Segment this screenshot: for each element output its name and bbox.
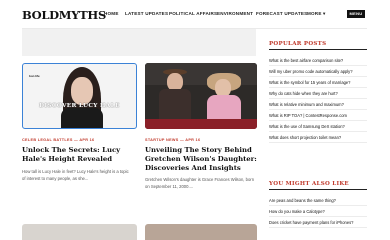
also-like-item[interactable]: Are peas and beans the same thing?	[269, 195, 367, 206]
nav-political-affairs[interactable]: POLITICAL AFFAIRS	[169, 11, 217, 16]
popular-posts-list: What is the best airfare comparison site…	[269, 55, 367, 143]
popular-post-item[interactable]: What is the use of Samsung DeX station?	[269, 121, 367, 132]
image-caption: DISCOVER LUCY HALE	[39, 103, 120, 109]
popular-post-item[interactable]: What is relative minimum and maximum?	[269, 99, 367, 110]
card-2-category[interactable]: STARTUP NEWS — APR 16	[145, 138, 200, 142]
card-3-image[interactable]	[22, 224, 137, 240]
card-1-excerpt: How tall is Lucy Hale in feet? Lucy Hale…	[22, 169, 129, 181]
heading-underline	[269, 189, 367, 190]
popular-post-item[interactable]: Why do cats hide when they are hurt?	[269, 88, 367, 99]
site-header: BOLDMYTHS HOME LATEST UPDATES POLITICAL …	[0, 0, 390, 28]
heading-underline	[269, 49, 367, 50]
site-logo[interactable]: BOLDMYTHS	[22, 8, 106, 22]
popular-post-item[interactable]: What does short projection toilet mean?	[269, 132, 367, 143]
popular-post-item[interactable]: What is the symbol for 15 years of marri…	[269, 77, 367, 88]
person-face	[71, 77, 93, 105]
popular-post-item[interactable]: Will my uber promo code automatically ap…	[269, 66, 367, 77]
nav-more-dropdown[interactable]: MORE ▾	[307, 11, 326, 17]
ad-banner-placeholder	[22, 29, 256, 56]
card-2-excerpt: Gretchen Wilson's daughter is Grace Fran…	[145, 177, 255, 189]
nav-forecast-updates[interactable]: FORECAST UPDATES	[256, 11, 307, 16]
also-like-item[interactable]: How do you make a Calotype?	[269, 206, 367, 217]
card-1-category[interactable]: CELEB LEGAL BATTLES — APR 16	[22, 138, 94, 142]
nav-latest-updates[interactable]: LATEST UPDATES	[125, 11, 168, 16]
also-like-heading: YOU MIGHT ALSO LIKE	[269, 181, 349, 187]
card-1-title[interactable]: Unlock The Secrets: Lucy Hale's Height R…	[22, 146, 132, 164]
card-2-image[interactable]	[145, 63, 257, 129]
card-2-title[interactable]: Unveiling The Story Behind Gretchen Wils…	[145, 146, 257, 173]
popular-post-item[interactable]: What is the best airfare comparison site…	[269, 55, 367, 66]
popular-post-item[interactable]: What is RIP TOA? | ContestResponse.com	[269, 110, 367, 121]
menu-button[interactable]: MENU	[347, 10, 365, 18]
popular-posts-heading: POPULAR POSTS	[269, 41, 327, 47]
also-like-item[interactable]: Does cricket have payment plans for iPho…	[269, 217, 367, 228]
also-like-list: Are peas and beans the same thing? How d…	[269, 195, 367, 228]
card-1-image[interactable]: bon life DISCOVER LUCY HALE	[22, 63, 137, 129]
red-carpet	[145, 119, 257, 129]
person-top	[61, 108, 103, 128]
nav-home[interactable]: HOME	[104, 11, 119, 16]
image-watermark-logo: bon life	[29, 74, 40, 78]
card-4-image[interactable]	[145, 224, 257, 240]
nav-environment[interactable]: ENVIRONMENT	[217, 11, 253, 16]
